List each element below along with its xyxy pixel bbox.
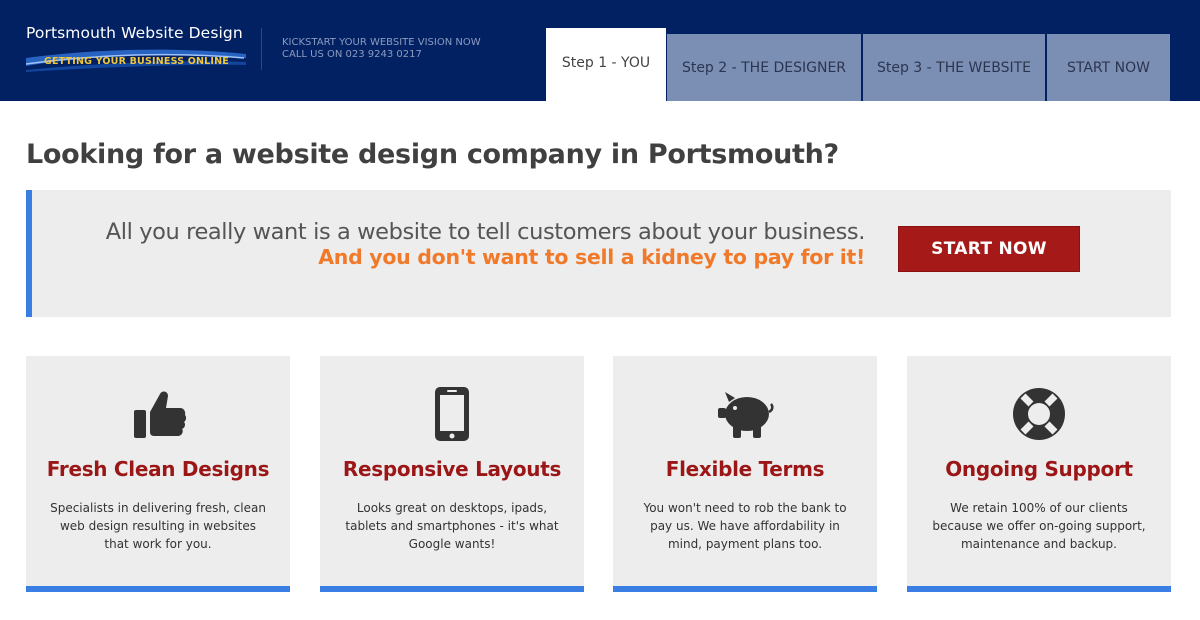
feature-title: Flexible Terms (665, 457, 825, 481)
feature-text: We retain 100% of our clients because we… (932, 501, 1146, 551)
feature-card-flexible-terms: Flexible Terms You won't need to rob the… (613, 356, 877, 592)
feature-text: Looks great on desktops, ipads, tablets … (345, 501, 559, 551)
start-now-button[interactable]: START NOW (898, 226, 1080, 272)
banner-line-1: All you really want is a website to tell… (105, 219, 866, 245)
promo-banner: All you really want is a website to tell… (26, 190, 1171, 317)
feature-title: Ongoing Support (945, 457, 1133, 481)
tagline-phone[interactable]: CALL US ON 023 9243 0217 (282, 49, 481, 61)
feature-card-responsive: Responsive Layouts Looks great on deskto… (320, 356, 584, 592)
header-tagline: KICKSTART YOUR WEBSITE VISION NOW CALL U… (282, 37, 481, 61)
header-divider (261, 28, 262, 70)
feature-title: Fresh Clean Designs (46, 457, 270, 481)
feature-title: Responsive Layouts (342, 457, 562, 481)
piggy-bank-icon (718, 392, 774, 438)
thumbs-up-icon (134, 391, 187, 438)
tab-step-3-website[interactable]: Step 3 - THE WEBSITE (863, 34, 1045, 101)
logo-tagline: GETTING YOUR BUSINESS ONLINE (44, 56, 230, 67)
tab-start-now[interactable]: START NOW (1047, 34, 1170, 101)
tab-step-2-designer[interactable]: Step 2 - THE DESIGNER (667, 34, 861, 101)
life-ring-icon (1013, 388, 1065, 440)
feature-card-ongoing-support: Ongoing Support We retain 100% of our cl… (907, 356, 1171, 592)
banner-line-2: And you don't want to sell a kidney to p… (318, 245, 865, 269)
tagline-line-1: KICKSTART YOUR WEBSITE VISION NOW (282, 37, 481, 48)
logo-title: Portsmouth Website Design (26, 24, 243, 42)
tab-step-1-you[interactable]: Step 1 - YOU (546, 28, 666, 101)
feature-text: Specialists in delivering fresh, clean w… (50, 501, 266, 551)
tablet-icon (435, 387, 469, 441)
feature-text: You won't need to rob the bank to pay us… (643, 501, 847, 551)
feature-card-fresh-designs: Fresh Clean Designs Specialists in deliv… (26, 356, 290, 592)
site-header: Portsmouth Website Design GETTING YOUR B… (0, 0, 1200, 101)
page-headline: Looking for a website design company in … (26, 139, 839, 170)
site-logo[interactable]: Portsmouth Website Design GETTING YOUR B… (26, 24, 246, 72)
